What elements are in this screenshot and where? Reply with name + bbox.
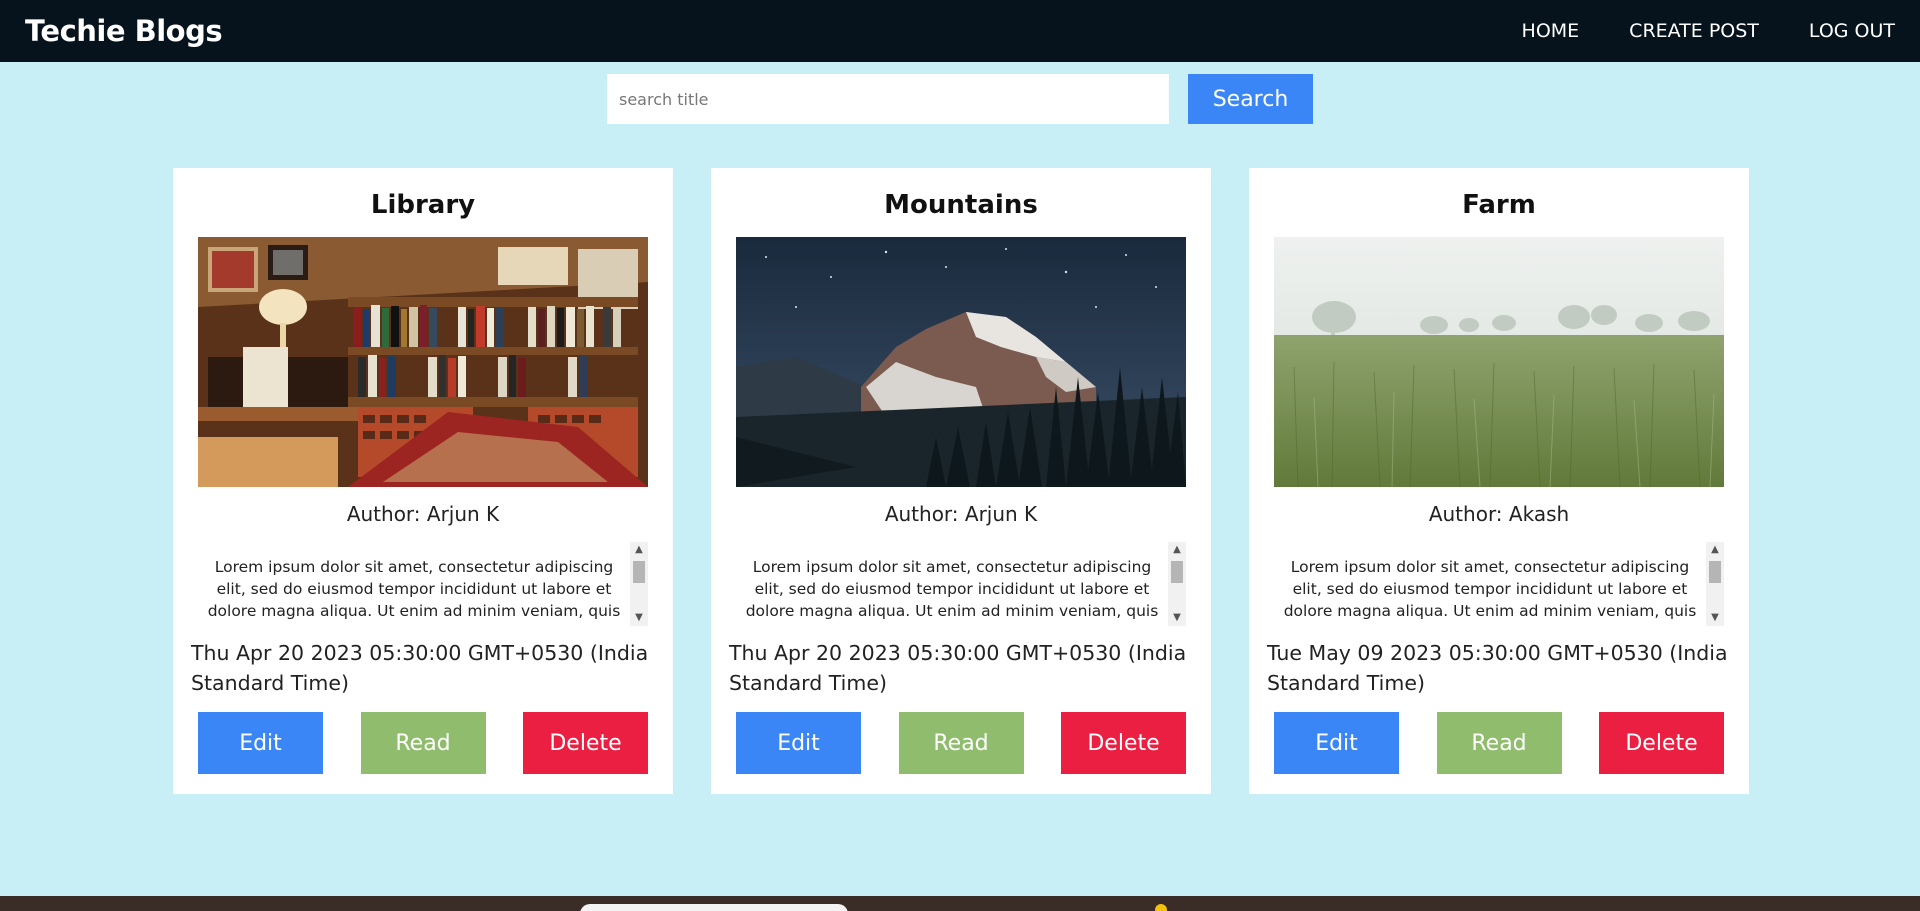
post-actions: Edit Read Delete — [736, 712, 1186, 774]
post-actions: Edit Read Delete — [1274, 712, 1724, 774]
post-list: Library Author: Arjun K Lorem ipsum dolo… — [173, 168, 1749, 794]
post-title: Mountains — [884, 190, 1038, 220]
read-button[interactable]: Read — [360, 712, 486, 774]
edit-button[interactable]: Edit — [736, 712, 861, 774]
scroll-up-arrow-icon[interactable]: ▲ — [1706, 542, 1724, 558]
nav-link-home[interactable]: HOME — [1522, 20, 1580, 42]
scroll-up-arrow-icon[interactable]: ▲ — [630, 542, 648, 558]
search-button[interactable]: Search — [1188, 74, 1313, 124]
nav-link-log-out[interactable]: LOG OUT — [1809, 20, 1895, 42]
post-body: Lorem ipsum dolor sit amet, consectetur … — [1283, 558, 1697, 620]
search-bar: Search — [607, 74, 1313, 124]
scrollbar[interactable]: ▲ ▼ — [1168, 542, 1186, 626]
taskbar-app-icon[interactable] — [1155, 904, 1167, 911]
post-author: Author: Arjun K — [346, 502, 500, 526]
scroll-down-arrow-icon[interactable]: ▼ — [630, 610, 648, 626]
nav-links: HOME CREATE POST LOG OUT — [1522, 20, 1895, 42]
delete-button[interactable]: Delete — [1599, 712, 1724, 774]
edit-button[interactable]: Edit — [198, 712, 323, 774]
post-title: Farm — [1462, 190, 1536, 220]
scroll-thumb[interactable] — [1171, 561, 1183, 583]
library-photo — [198, 237, 648, 487]
post-date: Thu Apr 20 2023 05:30:00 GMT+0530 (India… — [191, 641, 649, 695]
post-card: Farm Author: Akash Lorem ipsum dolor sit… — [1249, 168, 1749, 794]
post-author: Author: Arjun K — [884, 502, 1038, 526]
scrollbar[interactable]: ▲ ▼ — [1706, 542, 1724, 626]
post-body-scrollbox[interactable]: Lorem ipsum dolor sit amet, consectetur … — [1274, 542, 1724, 626]
post-title: Library — [370, 190, 476, 220]
delete-button[interactable]: Delete — [1061, 712, 1186, 774]
post-body-scrollbox[interactable]: Lorem ipsum dolor sit amet, consectetur … — [736, 542, 1186, 626]
post-author: Author: Akash — [1428, 502, 1570, 526]
post-card: Mountains Author: Arjun K Lorem ipsum do… — [711, 168, 1211, 794]
post-body: Lorem ipsum dolor sit amet, consectetur … — [745, 558, 1159, 620]
search-input[interactable] — [607, 74, 1169, 124]
post-body-scrollbox[interactable]: Lorem ipsum dolor sit amet, consectetur … — [198, 542, 648, 626]
read-button[interactable]: Read — [898, 712, 1024, 774]
farm-photo — [1274, 237, 1724, 487]
scroll-down-arrow-icon[interactable]: ▼ — [1168, 610, 1186, 626]
scroll-down-arrow-icon[interactable]: ▼ — [1706, 610, 1724, 626]
post-date: Tue May 09 2023 05:30:00 GMT+0530 (India… — [1267, 641, 1728, 695]
scroll-up-arrow-icon[interactable]: ▲ — [1168, 542, 1186, 558]
post-card: Library Author: Arjun K Lorem ipsum dolo… — [173, 168, 673, 794]
navbar: Techie Blogs HOME CREATE POST LOG OUT — [0, 0, 1920, 62]
nav-link-create-post[interactable]: CREATE POST — [1629, 20, 1759, 42]
scroll-thumb[interactable] — [633, 561, 645, 583]
post-date: Thu Apr 20 2023 05:30:00 GMT+0530 (India… — [729, 641, 1187, 695]
post-body: Lorem ipsum dolor sit amet, consectetur … — [207, 558, 621, 620]
brand-logo[interactable]: Techie Blogs — [25, 14, 223, 48]
mountain-photo — [736, 237, 1186, 487]
scroll-thumb[interactable] — [1709, 561, 1721, 583]
post-actions: Edit Read Delete — [198, 712, 648, 774]
delete-button[interactable]: Delete — [523, 712, 648, 774]
os-taskbar — [0, 896, 1920, 911]
read-button[interactable]: Read — [1436, 712, 1562, 774]
edit-button[interactable]: Edit — [1274, 712, 1399, 774]
scrollbar[interactable]: ▲ ▼ — [630, 542, 648, 626]
taskbar-search-box[interactable] — [580, 904, 848, 911]
